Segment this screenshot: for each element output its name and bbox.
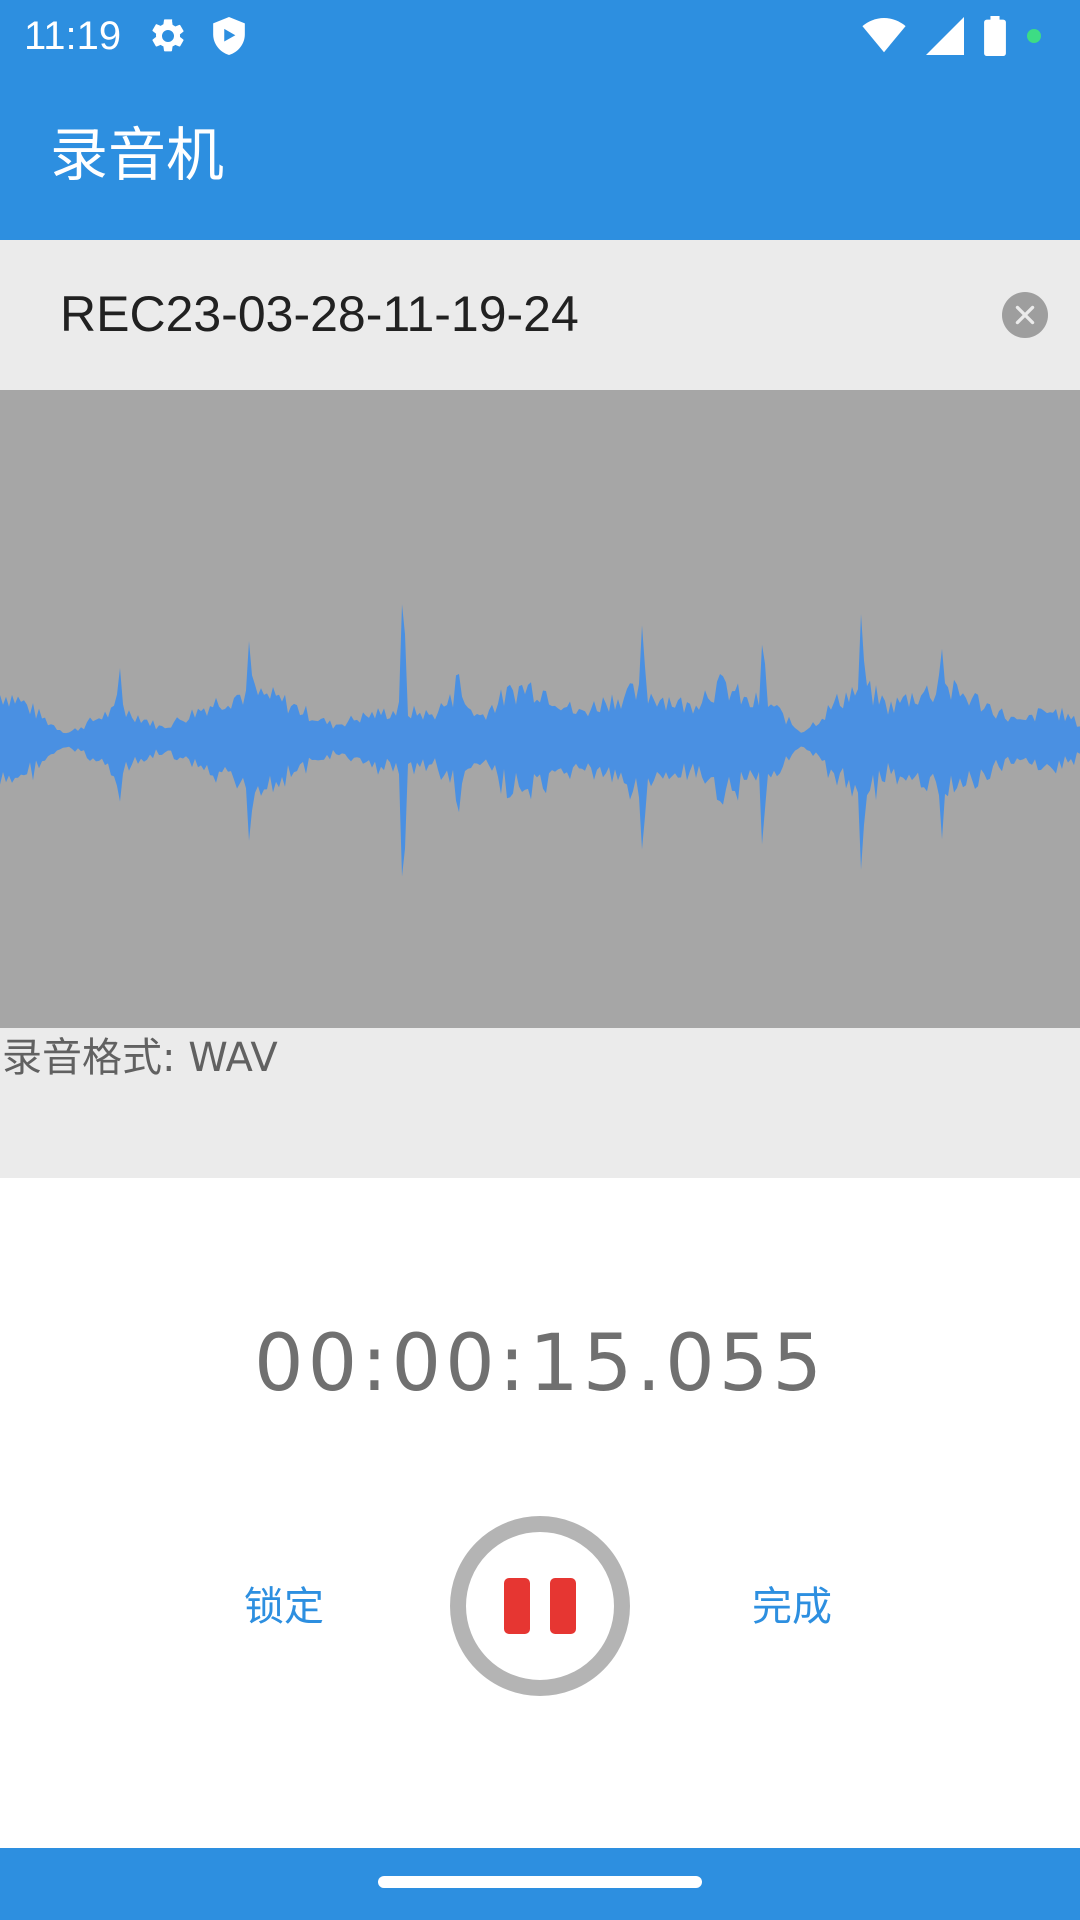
status-bar: 11:19: [0, 0, 1080, 72]
pause-icon: [504, 1578, 530, 1634]
dot-indicator-icon: [1026, 28, 1042, 44]
navigation-bar: [0, 1848, 1080, 1920]
recorder-screen: 11:19 录音机 REC23-03-28-11-19-24 录音格式: WAV…: [0, 0, 1080, 1920]
done-button[interactable]: 完成: [752, 1580, 832, 1634]
battery-icon: [984, 16, 1006, 56]
pause-button[interactable]: [450, 1516, 630, 1696]
wifi-icon: [862, 18, 906, 54]
waveform-path: [0, 604, 1080, 877]
app-bar: 录音机: [0, 72, 1080, 240]
gear-icon: [148, 16, 188, 56]
recording-filename[interactable]: REC23-03-28-11-19-24: [60, 284, 579, 344]
pause-icon: [550, 1578, 576, 1634]
lock-button[interactable]: 锁定: [244, 1580, 324, 1634]
status-right-icons: [862, 14, 1042, 58]
format-area: 录音格式: WAV: [0, 1028, 1080, 1178]
format-label: 录音格式: WAV: [2, 1035, 278, 1081]
status-left-icons: [148, 14, 248, 58]
signal-icon: [926, 17, 964, 55]
waveform-graphic: [0, 604, 1080, 877]
elapsed-timer: 00:00:15.055: [254, 1319, 826, 1409]
status-time: 11:19: [24, 14, 122, 58]
filename-row: REC23-03-28-11-19-24: [0, 240, 1080, 390]
waveform-view: [0, 390, 1080, 1028]
home-indicator[interactable]: [378, 1876, 702, 1888]
clear-filename-button[interactable]: [1002, 292, 1048, 338]
close-circle-icon: [1015, 305, 1035, 325]
app-title: 录音机: [50, 121, 225, 189]
shield-play-icon: [210, 15, 248, 57]
